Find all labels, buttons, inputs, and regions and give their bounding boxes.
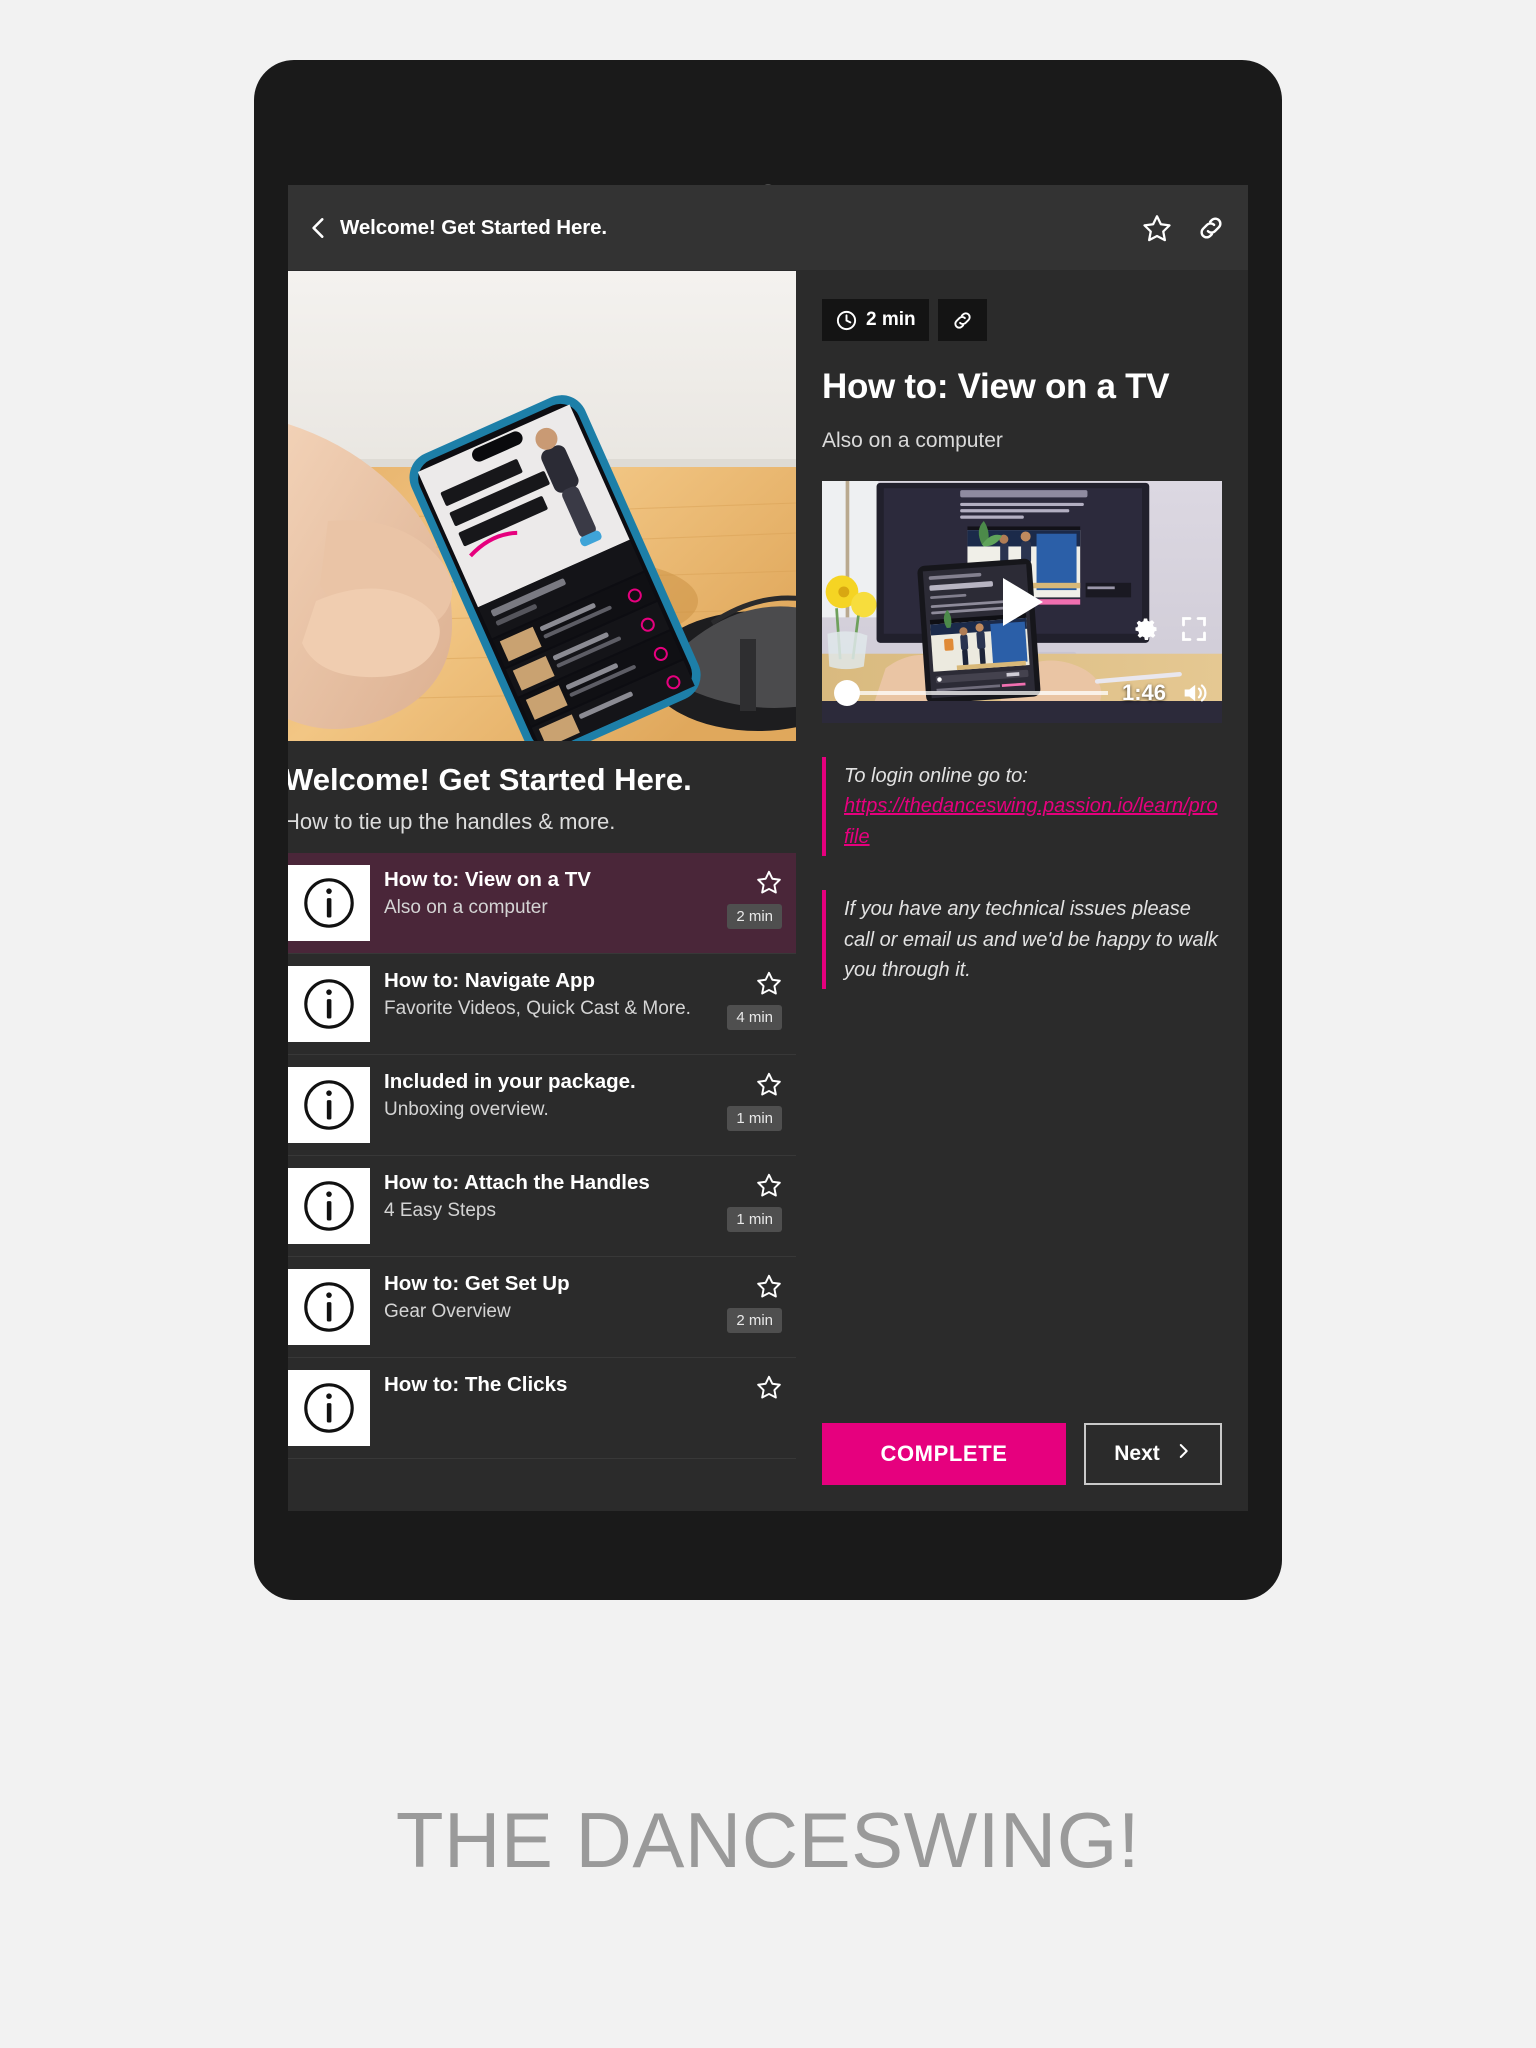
tablet-screen: Welcome! Get Started Here. Welcome! Get … <box>288 185 1248 1511</box>
lesson-row[interactable]: How to: Get Set Up Gear Overview 2 min <box>288 1257 796 1359</box>
duration-chip-label: 2 min <box>866 309 916 330</box>
lesson-title: Included in your package. <box>384 1070 636 1094</box>
login-quote-block: To login online go to: https://thedances… <box>822 757 1222 857</box>
star-icon[interactable] <box>1142 213 1172 243</box>
lesson-sidebar: Welcome! Get Started Here. How to tie up… <box>288 271 796 1511</box>
lesson-duration-badge: 1 min <box>727 1106 782 1132</box>
image-caption: THE DANCESWING! <box>395 1796 1141 1884</box>
lesson-row[interactable]: How to: Navigate App Favorite Videos, Qui… <box>288 954 796 1056</box>
video-scrub-bar: 1:46 <box>822 679 1222 707</box>
info-icon <box>288 966 370 1043</box>
lesson-row[interactable]: Included in your package. Unboxing overvi… <box>288 1055 796 1157</box>
detail-title: How to: View on a TV <box>822 367 1170 406</box>
video-progress-slider[interactable] <box>834 680 1108 706</box>
next-button[interactable]: Next <box>1084 1423 1222 1485</box>
info-icon <box>288 1168 370 1245</box>
gear-icon[interactable] <box>1132 615 1160 643</box>
video-progress-knob[interactable] <box>834 680 860 706</box>
star-icon[interactable] <box>756 1071 782 1097</box>
hero-photo <box>288 271 796 741</box>
lesson-subtitle: Gear Overview <box>384 1300 511 1322</box>
info-icon <box>288 865 370 942</box>
lesson-row-actions: 2 min <box>722 865 782 930</box>
app-top-bar: Welcome! Get Started Here. <box>288 185 1248 271</box>
lesson-title: How to: Get Set Up <box>384 1272 570 1296</box>
link-icon[interactable] <box>1196 213 1226 243</box>
star-icon[interactable] <box>756 1374 782 1400</box>
lesson-text-block: How to: Attach the Handles 4 Easy Steps <box>384 1168 722 1223</box>
info-icon <box>288 1269 370 1346</box>
chevron-left-icon[interactable] <box>306 215 332 241</box>
info-icon <box>288 1370 370 1447</box>
sidebar-title: Welcome! Get Started Here. <box>288 762 692 797</box>
complete-button[interactable]: COMPLETE <box>822 1423 1066 1485</box>
lesson-text-block: How to: Navigate App Favorite Videos, Qui… <box>384 966 722 1021</box>
sidebar-heading-block: Welcome! Get Started Here. How to tie up… <box>288 741 796 853</box>
video-control-row <box>1132 615 1208 643</box>
page-title: Welcome! Get Started Here. <box>340 215 608 239</box>
lesson-row-actions: 4 min <box>722 966 782 1031</box>
lesson-text-block: How to: The Clicks <box>384 1370 722 1398</box>
lesson-row-actions: 2 min <box>722 1269 782 1334</box>
lesson-row-actions: 1 min <box>722 1067 782 1132</box>
volume-icon[interactable] <box>1180 679 1208 707</box>
lesson-duration-badge: 1 min <box>727 1207 782 1233</box>
sidebar-subtitle: How to tie up the handles & more. <box>288 809 616 835</box>
star-icon[interactable] <box>756 1172 782 1198</box>
lesson-row-actions: 1 min <box>722 1168 782 1233</box>
lesson-title: How to: The Clicks <box>384 1373 568 1397</box>
share-link-chip[interactable] <box>937 299 987 341</box>
meta-chip-row: 2 min <box>822 299 1222 341</box>
lesson-duration-badge: 4 min <box>727 1005 782 1031</box>
lesson-text-block: Included in your package. Unboxing overvi… <box>384 1067 722 1122</box>
detail-subtitle: Also on a computer <box>822 429 1003 452</box>
lesson-row[interactable]: How to: View on a TV Also on a computer 2 … <box>288 853 796 955</box>
lesson-row[interactable]: How to: Attach the Handles 4 Easy Steps 1 … <box>288 1156 796 1258</box>
support-quote-text: If you have any technical issues please … <box>844 898 1219 981</box>
star-icon[interactable] <box>756 1273 782 1299</box>
app-bar-actions <box>1142 213 1226 243</box>
login-url-link[interactable]: https://thedanceswing.passion.io/learn/p… <box>844 795 1218 847</box>
footer-action-row: COMPLETE Next <box>822 1423 1222 1485</box>
lesson-row[interactable]: How to: The Clicks <box>288 1358 796 1460</box>
star-icon[interactable] <box>756 970 782 996</box>
duration-chip[interactable]: 2 min <box>822 299 929 341</box>
star-icon[interactable] <box>756 869 782 895</box>
lesson-subtitle: 4 Easy Steps <box>384 1199 496 1221</box>
lesson-list: How to: View on a TV Also on a computer 2 … <box>288 853 796 1511</box>
fullscreen-icon[interactable] <box>1180 615 1208 643</box>
lesson-text-block: How to: Get Set Up Gear Overview <box>384 1269 722 1324</box>
link-icon <box>951 309 974 332</box>
lesson-title: How to: View on a TV <box>384 868 591 892</box>
lesson-row-actions <box>722 1370 782 1400</box>
login-quote-text: To login online go to: <box>844 765 1028 787</box>
content-split: Welcome! Get Started Here. How to tie up… <box>288 271 1248 1511</box>
lesson-duration-badge: 2 min <box>727 1308 782 1334</box>
info-icon <box>288 1067 370 1144</box>
next-button-label: Next <box>1114 1442 1160 1465</box>
lesson-duration-badge: 2 min <box>727 904 782 930</box>
lesson-detail-panel: 2 min How to: View on a TV Also on a com… <box>796 271 1248 1511</box>
lesson-title: How to: Navigate App <box>384 969 596 993</box>
lesson-subtitle: Favorite Videos, Quick Cast & More. <box>384 997 691 1019</box>
chevron-right-icon <box>1174 1440 1192 1468</box>
tablet-device-frame: Welcome! Get Started Here. Welcome! Get … <box>254 60 1282 1600</box>
clock-icon <box>835 309 858 332</box>
video-player[interactable]: 1:46 <box>822 481 1222 723</box>
lesson-title: How to: Attach the Handles <box>384 1171 650 1195</box>
lesson-subtitle: Unboxing overview. <box>384 1098 549 1120</box>
lesson-text-block: How to: View on a TV Also on a computer <box>384 865 722 920</box>
video-time-label: 1:46 <box>1121 680 1166 705</box>
support-quote-block: If you have any technical issues please … <box>822 890 1222 990</box>
lesson-subtitle: Also on a computer <box>384 896 548 918</box>
play-icon[interactable] <box>999 576 1045 628</box>
